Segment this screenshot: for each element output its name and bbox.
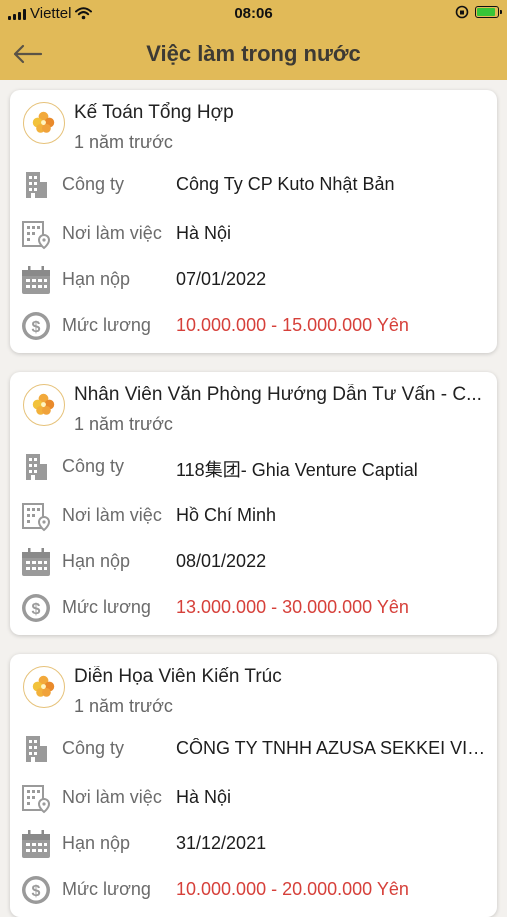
dollar-coin-icon: $ [22,594,50,622]
posted-time: 1 năm trước [74,696,173,716]
svg-text:$: $ [32,601,41,618]
company-label: Công ty [62,738,125,758]
company-row: Công ty Công Ty CP Kuto Nhật Bản [20,169,490,201]
salary-value: 10.000.000 - 20.000.000 Yên [176,879,409,899]
company-logo [23,666,65,708]
salary-value: 13.000.000 - 30.000.000 Yên [176,597,409,617]
building-icon [26,454,47,480]
deadline-value: 07/01/2022 [176,269,267,289]
company-value: 118集团- Ghia Venture Captial [176,460,418,480]
salary-value: 10.000.000 - 15.000.000 Yên [176,315,409,335]
deadline-value: 31/12/2021 [176,833,267,853]
location-label: Nơi làm việc [62,505,162,525]
job-card[interactable]: Kế Toán Tổng Hợp 1 năm trước Công ty Côn… [10,90,497,353]
status-right [455,5,502,19]
company-logo [23,102,65,144]
deadline-row: Hạn nộp 08/01/2022 [20,546,490,578]
job-title: Kế Toán Tổng Hợp [74,102,234,123]
location-label: Nơi làm việc [62,787,162,807]
deadline-label: Hạn nộp [62,551,131,571]
location-row: Nơi làm việc Hồ Chí Minh [20,500,490,532]
status-time: 08:06 [234,5,273,22]
deadline-value: 08/01/2022 [176,551,267,571]
location-value: Hà Nội [176,223,232,243]
company-value: Công Ty CP Kuto Nhật Bản [176,174,395,194]
salary-row: $ Mức lương 10.000.000 - 20.000.000 Yên [20,874,490,906]
posted-time: 1 năm trước [74,414,173,434]
location-row: Nơi làm việc Hà Nội [20,218,490,250]
dollar-coin-icon: $ [22,876,50,904]
salary-row: $ Mức lương 13.000.000 - 30.000.000 Yên [20,592,490,624]
salary-label: Mức lương [62,597,151,617]
battery-icon [475,6,502,18]
company-value: CÔNG TY TNHH AZUSA SEKKEI VIE... [176,738,488,758]
svg-text:$: $ [32,319,41,336]
salary-label: Mức lương [62,879,151,899]
deadline-label: Hạn nộp [62,833,131,853]
salary-label: Mức lương [62,315,151,335]
company-label: Công ty [62,174,125,194]
location-label: Nơi làm việc [62,223,162,243]
deadline-label: Hạn nộp [62,269,131,289]
building-icon [26,172,47,198]
calendar-icon [22,266,50,294]
salary-row: $ Mức lương 10.000.000 - 15.000.000 Yên [20,310,490,342]
job-title: Nhân Viên Văn Phòng Hướng Dẫn Tư Vấn - C… [74,384,482,405]
deadline-row: Hạn nộp 31/12/2021 [20,828,490,860]
job-card[interactable]: Nhân Viên Văn Phòng Hướng Dẫn Tư Vấn - C… [10,372,497,635]
location-row: Nơi làm việc Hà Nội [20,782,490,814]
location-value: Hà Nội [176,787,232,807]
job-card[interactable]: Diễn Họa Viên Kiến Trúc 1 năm trước Công… [10,654,497,917]
status-bar: Viettel 08:06 [0,0,507,28]
location-value: Hồ Chí Minh [176,505,277,525]
nav-bar: Việc làm trong nước [0,28,507,80]
dollar-coin-icon: $ [22,312,50,340]
job-title: Diễn Họa Viên Kiến Trúc [74,666,282,687]
svg-text:$: $ [32,883,41,900]
company-label: Công ty [62,456,125,476]
office-location-icon [22,221,51,250]
page-title: Việc làm trong nước [146,41,361,66]
company-row: Công ty 118集团- Ghia Venture Captial [20,451,490,483]
calendar-icon [22,830,50,858]
office-location-icon [22,785,51,814]
building-icon [26,736,47,762]
posted-time: 1 năm trước [74,132,173,152]
orientation-lock-icon [455,5,469,19]
office-location-icon [22,503,51,532]
calendar-icon [22,548,50,576]
deadline-row: Hạn nộp 07/01/2022 [20,264,490,296]
company-logo [23,384,65,426]
company-row: Công ty CÔNG TY TNHH AZUSA SEKKEI VIE... [20,733,490,765]
